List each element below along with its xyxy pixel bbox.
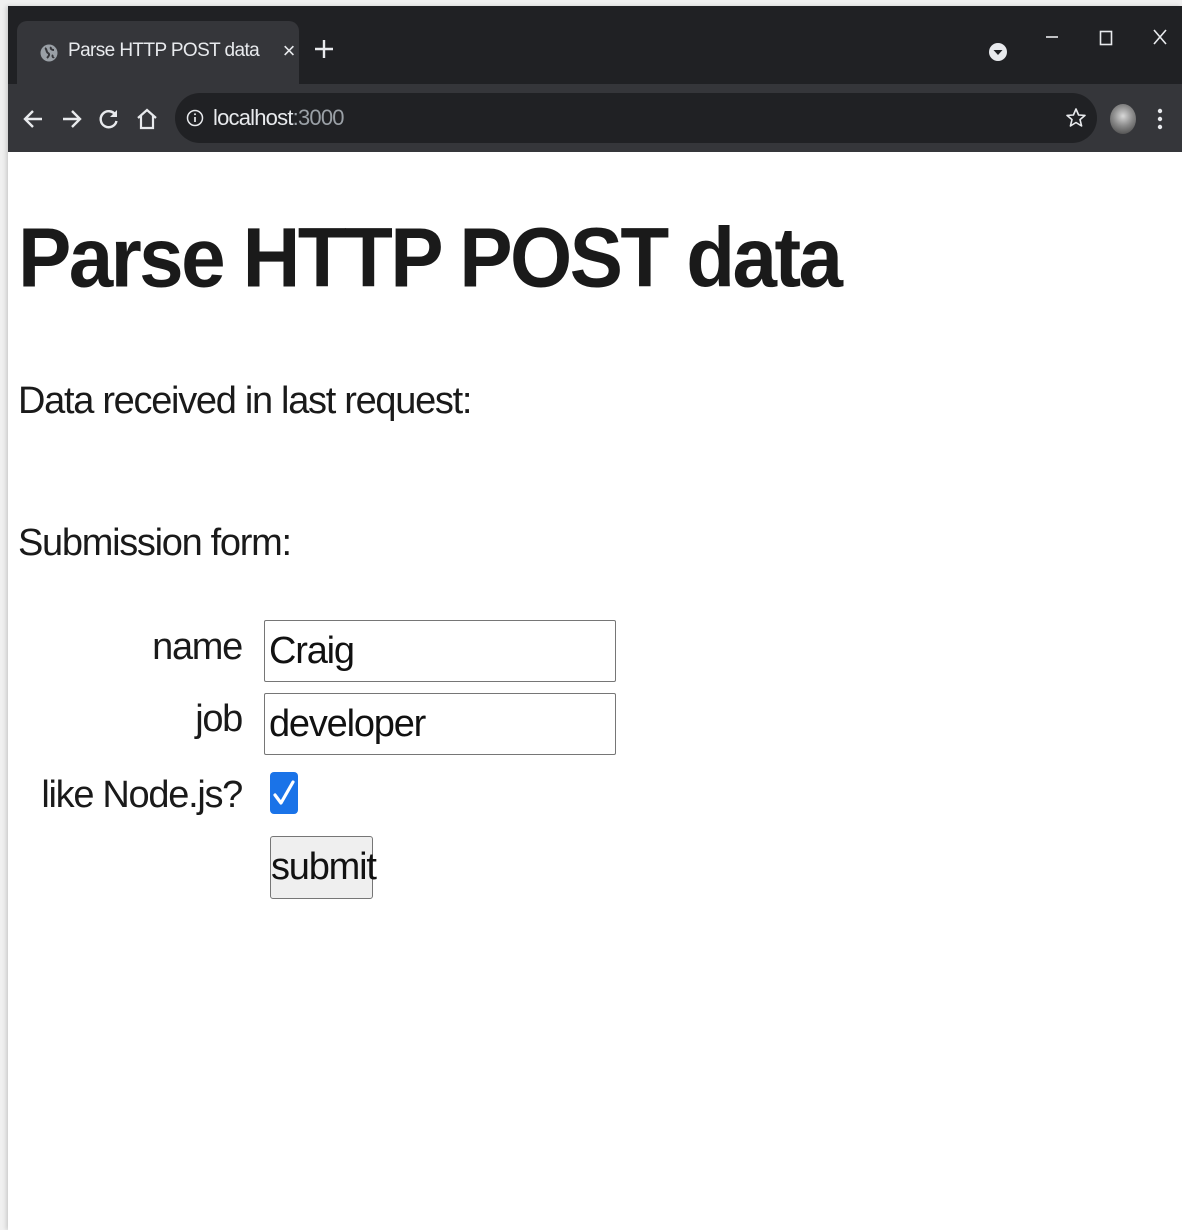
checkmark-icon <box>273 780 295 805</box>
name-input[interactable] <box>264 620 616 682</box>
reload-icon[interactable] <box>96 106 122 132</box>
submission-form-label: Submission form: <box>18 522 292 564</box>
browser-window: Parse HTTP POST data × localhost:3000 Pa… <box>8 6 1182 1230</box>
profile-dropdown-icon[interactable] <box>988 42 1008 62</box>
globe-icon <box>40 44 58 62</box>
star-icon[interactable] <box>1065 107 1087 129</box>
name-label: name <box>152 626 243 668</box>
info-icon[interactable] <box>186 109 204 127</box>
title-bar: Parse HTTP POST data × <box>8 6 1182 84</box>
url-text[interactable]: localhost:3000 <box>213 105 345 131</box>
like-nodejs-label: like Node.js? <box>41 774 243 816</box>
plus-icon[interactable] <box>311 36 337 62</box>
back-arrow-icon[interactable] <box>21 106 47 132</box>
address-bar[interactable]: localhost:3000 <box>175 93 1097 143</box>
maximize-icon[interactable] <box>1091 22 1121 52</box>
home-icon[interactable] <box>134 106 160 132</box>
close-icon[interactable]: × <box>278 40 300 62</box>
submit-button[interactable]: submit <box>270 836 377 899</box>
like-nodejs-checkbox[interactable] <box>270 772 298 814</box>
browser-toolbar: localhost:3000 <box>8 84 1182 152</box>
url-host: localhost <box>213 105 293 130</box>
tab-title: Parse HTTP POST data <box>68 40 260 61</box>
page-content: Parse HTTP POST data Data received in la… <box>8 152 1182 1230</box>
active-tab[interactable]: Parse HTTP POST data × <box>17 21 299 84</box>
forward-arrow-icon[interactable] <box>58 106 84 132</box>
avatar[interactable] <box>1110 104 1136 134</box>
page-title: Parse HTTP POST data <box>18 210 843 305</box>
job-input[interactable] <box>264 693 616 755</box>
url-port: :3000 <box>292 105 345 130</box>
job-label: job <box>195 698 243 740</box>
kebab-menu-icon[interactable] <box>1150 106 1170 132</box>
window-close-icon[interactable] <box>1145 22 1175 52</box>
minimize-icon[interactable] <box>1037 22 1067 52</box>
data-received-label: Data received in last request: <box>18 380 472 422</box>
